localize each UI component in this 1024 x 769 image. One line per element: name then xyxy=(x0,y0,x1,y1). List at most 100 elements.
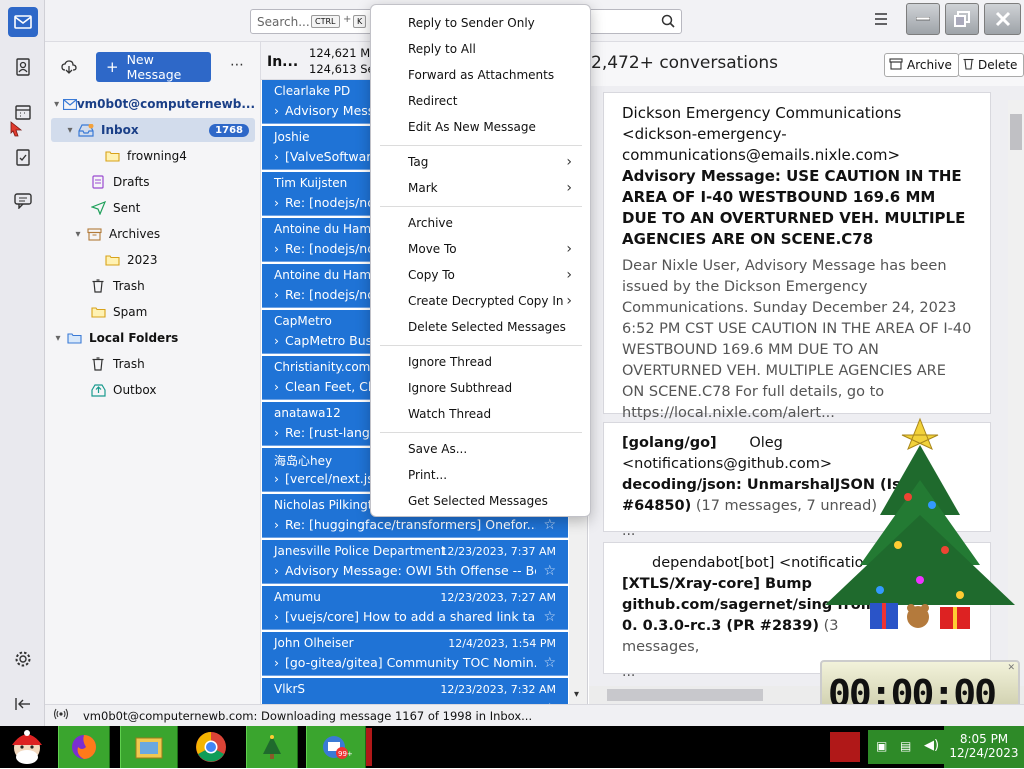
menu-forward-as-attachments[interactable]: Forward as Attachments xyxy=(380,63,582,87)
thread-chevron-icon[interactable]: › xyxy=(274,287,279,302)
thread-chevron-icon[interactable]: › xyxy=(274,425,279,440)
taskbar-chrome[interactable] xyxy=(190,729,232,765)
address-book-icon[interactable] xyxy=(8,52,38,82)
mail-space-icon[interactable] xyxy=(8,7,38,37)
close-icon[interactable]: ✕ xyxy=(1007,663,1015,673)
scroll-down-icon[interactable]: ▾ xyxy=(574,689,579,700)
star-icon[interactable]: ☆ xyxy=(543,609,556,625)
close-button[interactable] xyxy=(984,3,1021,35)
collapse-spaces-icon[interactable] xyxy=(8,689,38,719)
chat-icon[interactable] xyxy=(8,186,38,216)
taskbar-firefox[interactable] xyxy=(58,726,110,768)
menu-separator xyxy=(380,345,582,346)
thread-chevron-icon[interactable]: › xyxy=(274,471,279,486)
get-messages-icon[interactable] xyxy=(61,59,77,78)
menu-reply-sender-only[interactable]: Reply to Sender Only xyxy=(380,11,582,35)
collapse-chevron-icon[interactable]: ▾ xyxy=(71,229,85,240)
thread-chevron-icon[interactable]: › xyxy=(274,655,279,670)
tasks-icon[interactable] xyxy=(8,142,38,172)
thread-chevron-icon[interactable]: › xyxy=(274,609,279,624)
archive-button[interactable]: Archive xyxy=(884,53,959,77)
start-button[interactable] xyxy=(6,728,48,766)
restore-button[interactable] xyxy=(945,3,979,35)
folder-label: Archives xyxy=(109,227,161,241)
local-folders-row[interactable]: ▾ Local Folders xyxy=(51,326,255,350)
folder-local-trash[interactable]: Trash xyxy=(51,352,255,376)
menu-get-selected-messages[interactable]: Get Selected Messages xyxy=(380,489,582,513)
collapse-chevron-icon[interactable]: ▾ xyxy=(51,99,62,110)
more-options-icon[interactable]: ⋯ xyxy=(230,57,244,73)
taskbar-divider xyxy=(366,728,372,766)
taskbar: 99+ ▣ ▤ ◀) 8:05 PM 12/24/2023 xyxy=(0,726,1024,768)
menu-tag[interactable]: Tag › xyxy=(380,150,582,174)
thread-chevron-icon[interactable]: › xyxy=(274,195,279,210)
menu-move-to[interactable]: Move To › xyxy=(380,237,582,261)
taskbar-thunderbird[interactable]: 99+ xyxy=(306,726,366,768)
menu-ignore-thread[interactable]: Ignore Thread xyxy=(380,350,582,374)
folder-spam[interactable]: Spam xyxy=(51,300,255,324)
menu-item-label: Copy To xyxy=(408,268,455,282)
menu-copy-to[interactable]: Copy To › xyxy=(380,263,582,287)
menu-watch-thread[interactable]: Watch Thread xyxy=(380,402,582,426)
message-row[interactable]: Amumu 12/23/2023, 7:27 AM › [vuejs/core] Ho… xyxy=(262,586,568,630)
menu-item-label: Watch Thread xyxy=(408,407,492,421)
menu-redirect[interactable]: Redirect xyxy=(380,89,582,113)
menu-ignore-subthread[interactable]: Ignore Subthread xyxy=(380,376,582,400)
message-row[interactable]: John Olheiser 12/4/2023, 1:54 PM › [go-gite… xyxy=(262,632,568,676)
spam-folder-icon xyxy=(89,306,107,318)
search-icon[interactable] xyxy=(661,14,675,31)
folder-trash[interactable]: Trash xyxy=(51,274,255,298)
new-message-button[interactable]: + New Message xyxy=(96,52,211,82)
folder-frowning4[interactable]: frowning4 xyxy=(51,144,255,168)
thread-chevron-icon[interactable]: › xyxy=(274,241,279,256)
system-tray-icons[interactable]: ▣ ▤ ◀) xyxy=(868,730,944,764)
message-subject-text: [vuejs/core] How to add a shared link ta… xyxy=(285,609,536,624)
menu-print[interactable]: Print... xyxy=(380,463,582,487)
folder-sent[interactable]: Sent xyxy=(51,196,255,220)
taskbar-file-explorer[interactable] xyxy=(120,726,178,768)
menu-item-label: Create Decrypted Copy In xyxy=(408,294,564,308)
menu-save-as[interactable]: Save As... xyxy=(380,437,582,461)
thread-chevron-icon[interactable]: › xyxy=(274,379,279,394)
thread-chevron-icon[interactable]: › xyxy=(274,103,279,118)
chevron-right-icon: › xyxy=(566,241,572,257)
menu-item-label: Mark xyxy=(408,181,438,195)
volume-icon: ◀) xyxy=(924,738,940,753)
thread-chevron-icon[interactable]: › xyxy=(274,517,279,532)
folder-outbox[interactable]: Outbox xyxy=(51,378,255,402)
menu-mark[interactable]: Mark › xyxy=(380,176,582,200)
collapse-chevron-icon[interactable]: ▾ xyxy=(63,125,77,136)
thread-chevron-icon[interactable]: › xyxy=(274,563,279,578)
star-icon[interactable]: ☆ xyxy=(543,563,556,579)
menu-reply-all[interactable]: Reply to All xyxy=(380,37,582,61)
account-row[interactable]: ▾ vm0b0t@computernewb... xyxy=(51,92,255,116)
star-icon[interactable]: ☆ xyxy=(543,517,556,533)
menu-archive[interactable]: Archive xyxy=(380,211,582,235)
menu-edit-as-new[interactable]: Edit As New Message xyxy=(380,115,582,139)
scroll-thumb[interactable] xyxy=(1010,114,1022,150)
collapse-chevron-icon[interactable]: ▾ xyxy=(51,333,65,344)
folder-archives[interactable]: ▾ Archives xyxy=(51,222,255,246)
folder-drafts[interactable]: Drafts xyxy=(51,170,255,194)
message-subject-text: [ValveSoftware xyxy=(285,149,379,164)
app-menu-icon[interactable] xyxy=(873,12,889,29)
menu-item-label: Reply to Sender Only xyxy=(408,16,535,30)
star-icon[interactable]: ☆ xyxy=(543,655,556,671)
folder-icon xyxy=(103,150,121,162)
delete-button[interactable]: Delete xyxy=(958,53,1024,77)
folder-inbox[interactable]: ▾ Inbox 1768 xyxy=(51,118,255,142)
clock[interactable]: 8:05 PM 12/24/2023 xyxy=(944,726,1024,768)
thread-chevron-icon[interactable]: › xyxy=(274,333,279,348)
menu-create-decrypted-copy[interactable]: Create Decrypted Copy In › xyxy=(380,289,582,313)
minimize-button[interactable] xyxy=(906,3,940,35)
menu-delete-selected[interactable]: Delete Selected Messages xyxy=(380,315,582,339)
taskbar-christmas-tree[interactable] xyxy=(246,726,298,768)
scroll-thumb[interactable] xyxy=(607,689,763,701)
message-row[interactable]: Janesville Police Department 12/23/2023, … xyxy=(262,540,568,584)
clock-date: 12/24/2023 xyxy=(949,746,1019,760)
thread-chevron-icon[interactable]: › xyxy=(274,149,279,164)
conversation-card[interactable]: Dickson Emergency Communications <dickso… xyxy=(603,92,991,421)
settings-gear-icon[interactable] xyxy=(8,644,38,674)
folder-2023[interactable]: 2023 xyxy=(51,248,255,272)
tray-item[interactable] xyxy=(830,732,860,762)
